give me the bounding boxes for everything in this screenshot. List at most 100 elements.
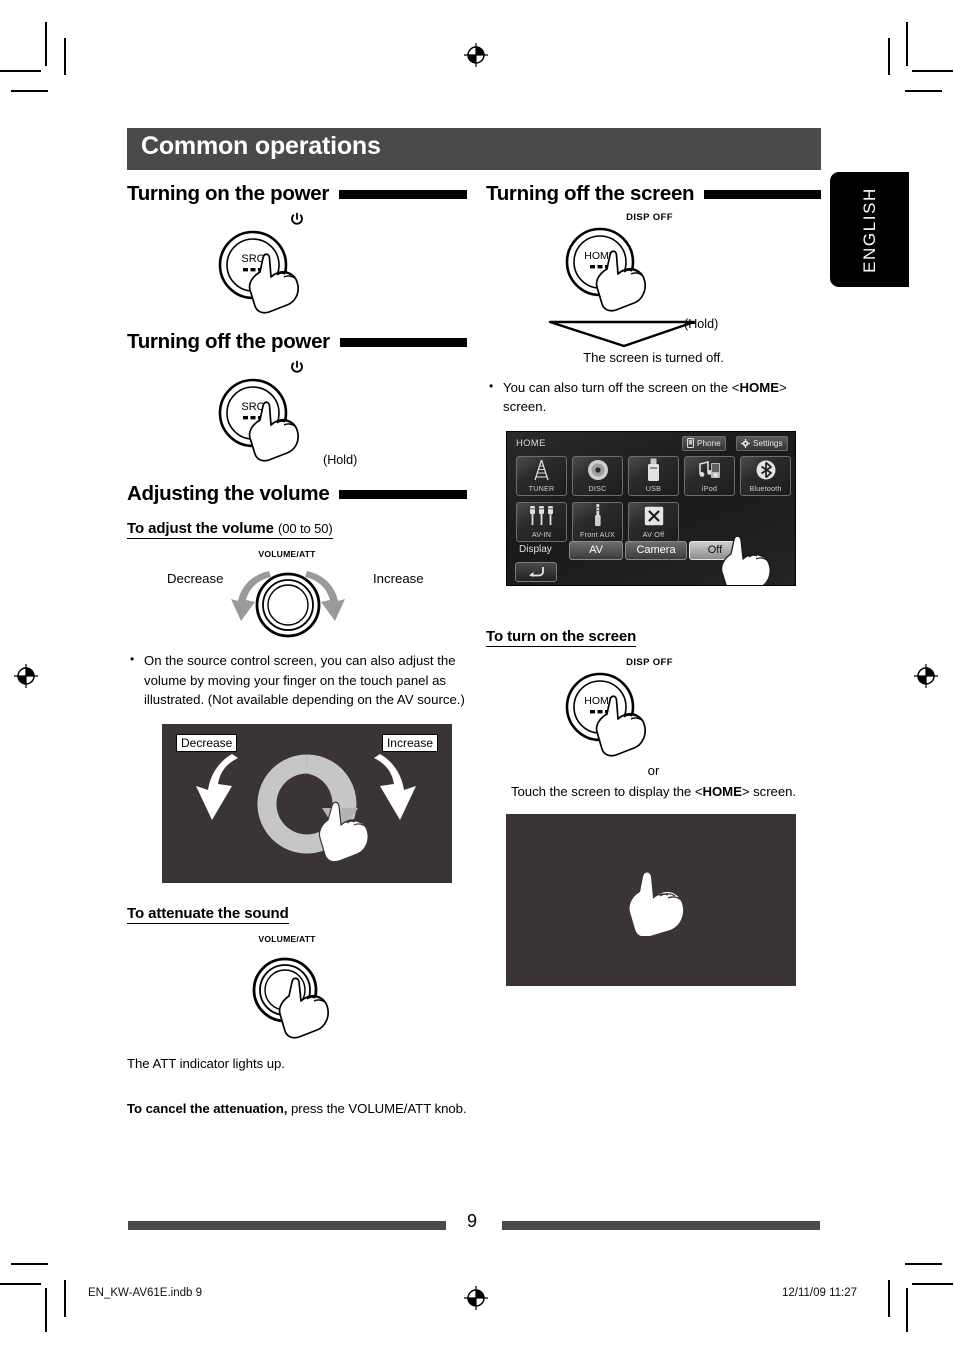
home-display-camera-button[interactable]: Camera	[625, 540, 687, 560]
hand-pointer-icon	[721, 535, 771, 585]
language-tab-label: ENGLISH	[859, 186, 879, 273]
heading-rule	[339, 337, 467, 347]
back-arrow-icon	[529, 567, 544, 577]
chapter-title: Common operations	[141, 132, 381, 160]
home-tile-av-off-label: AV Off	[642, 529, 665, 539]
home-screen-title: HOME	[516, 437, 546, 449]
crop-mark-bl2-h	[11, 1263, 48, 1265]
registration-mark-right	[913, 663, 939, 689]
home-tile-av-in-label: AV-IN	[531, 529, 552, 539]
hold-label-screen-off: (Hold)	[684, 317, 719, 331]
left-column: Turning on the power SRC Turning off the…	[127, 182, 467, 1119]
registration-mark-top	[463, 42, 489, 68]
heading-turning-off-power: Turning off the power	[127, 330, 467, 354]
heading-turning-on-power: Turning on the power	[127, 182, 467, 206]
subheading-to-adjust-volume-text: To adjust the volume	[127, 520, 274, 537]
attenuate-knob-art	[252, 957, 329, 1039]
disc-icon	[587, 457, 609, 484]
home-display-av-button[interactable]: AV	[569, 540, 623, 560]
home-tile-ipod[interactable]: iPod	[684, 455, 735, 496]
heading-turning-on-power-text: Turning on the power	[127, 182, 330, 205]
volume-knob-art	[231, 571, 345, 638]
crop-mark-tr2-v	[888, 38, 890, 75]
home-display-label: Display	[519, 543, 552, 555]
page-number: 9	[467, 1211, 478, 1231]
home-tile-bluetooth[interactable]: Bluetooth	[740, 455, 791, 496]
disp-off-caption: DISP OFF	[626, 212, 673, 223]
touch-instruction-post: > screen.	[741, 784, 797, 799]
home-settings-button[interactable]: Settings	[736, 435, 788, 451]
cancel-attenuation-bold: To cancel the attenuation,	[127, 1101, 288, 1116]
home-tile-tuner-label: TUNER	[528, 483, 555, 493]
av-plugs-icon	[528, 503, 556, 530]
crop-mark-tl2-h	[11, 90, 48, 92]
src-button-illustration-on: SRC	[127, 212, 467, 320]
heading-rule	[339, 189, 467, 199]
subheading-to-adjust-volume-wrap: To adjust the volume (00 to 50)	[127, 520, 467, 539]
touch-gesture-panel: Decrease Increase	[162, 723, 452, 883]
crop-mark-bl-v	[45, 1288, 47, 1332]
power-icon	[291, 212, 303, 225]
subheading-to-attenuate-sound: To attenuate the sound	[127, 904, 289, 924]
home-tile-bluetooth-label: Bluetooth	[749, 483, 782, 493]
home-settings-label: Settings	[753, 438, 783, 448]
bluetooth-icon	[755, 457, 777, 484]
touch-screen-instruction: Touch the screen to display the <HOME> s…	[486, 782, 821, 802]
hold-label-power-off: (Hold)	[323, 453, 358, 467]
home-knob-art: HOME	[548, 227, 696, 348]
registration-mark-left	[13, 663, 39, 689]
home-tile-ipod-label: iPod	[701, 483, 718, 493]
crop-mark-tl2-v	[64, 38, 66, 75]
registration-mark-bottom	[463, 1285, 489, 1311]
heading-turning-off-screen-text: Turning off the screen	[486, 182, 695, 205]
crop-mark-br2-v	[888, 1280, 890, 1317]
footer-rule-left	[128, 1221, 446, 1230]
x-cross-icon	[644, 503, 664, 530]
gear-icon	[741, 438, 750, 448]
subheading-to-turn-on-screen: To turn on the screen	[486, 627, 637, 647]
home-back-button[interactable]	[515, 561, 557, 582]
heading-rule	[339, 489, 467, 499]
crop-mark-bl2-v	[64, 1280, 66, 1317]
attenuate-knob-caption: VOLUME/ATT	[258, 933, 316, 944]
home-tile-usb-label: USB	[645, 483, 662, 493]
usb-stick-icon	[647, 457, 660, 484]
home-tile-front-aux-label: Front AUX	[580, 529, 615, 539]
crop-mark-br-v	[906, 1288, 908, 1332]
home-tile-av-in[interactable]: AV-IN	[516, 501, 567, 542]
disp-off-caption-on: DISP OFF	[626, 656, 673, 668]
home-tile-av-off[interactable]: AV Off	[628, 501, 679, 542]
manual-page: Common operations ENGLISH Turning on the…	[0, 0, 954, 1354]
home-phone-label: Phone	[697, 438, 721, 448]
home-tile-front-aux[interactable]: Front AUX	[572, 501, 623, 542]
cancel-attenuation-rest: press the VOLUME/ATT knob.	[287, 1101, 467, 1116]
attenuate-knob-illustration: VOLUME/ATT	[127, 934, 467, 1050]
home-tile-disc[interactable]: DISC	[572, 455, 623, 496]
cancel-attenuation-text: To cancel the attenuation, press the VOL…	[127, 1099, 467, 1119]
heading-adjusting-volume-text: Adjusting the volume	[127, 482, 330, 505]
footer-timestamp: 12/11/09 11:27	[782, 1287, 858, 1299]
right-column: Turning off the screen DISP OFF HOME (Ho…	[486, 182, 821, 986]
home-tile-tuner[interactable]: TUNER	[516, 455, 567, 496]
home-tile-usb[interactable]: USB	[628, 455, 679, 496]
language-tab: ENGLISH	[830, 172, 909, 287]
volume-range-label: (00 to 50)	[277, 521, 333, 536]
heading-turning-off-power-text: Turning off the power	[127, 330, 330, 353]
chapter-header-bar: Common operations	[127, 128, 821, 170]
crop-mark-tr-v	[906, 22, 908, 66]
touch-instruction-bold: HOME	[702, 784, 742, 799]
home-phone-button[interactable]: Phone	[682, 435, 726, 451]
subheading-attenuate-wrap: To attenuate the sound	[127, 905, 467, 924]
volume-knob-illustration: VOLUME/ATT Decrease Increase	[127, 549, 467, 641]
src-knob-art: SRC	[218, 230, 299, 314]
subheading-turn-on-screen-wrap: To turn on the screen	[486, 628, 821, 647]
crop-mark-br-h	[912, 1283, 953, 1285]
footer-file-label: EN_KW-AV61E.indb 9	[88, 1287, 202, 1299]
home-note-bold: HOME	[739, 379, 780, 395]
src-button-illustration-off: SRC (Hold)	[127, 360, 467, 478]
att-indicator-text: The ATT indicator lights up.	[127, 1055, 285, 1071]
subheading-to-adjust-volume: To adjust the volume (00 to 50)	[127, 520, 333, 539]
hand-pointer-icon	[629, 872, 684, 936]
home-button-illustration-off: DISP OFF HOME (Hold)	[486, 212, 821, 362]
heading-adjusting-volume: Adjusting the volume	[127, 482, 467, 506]
